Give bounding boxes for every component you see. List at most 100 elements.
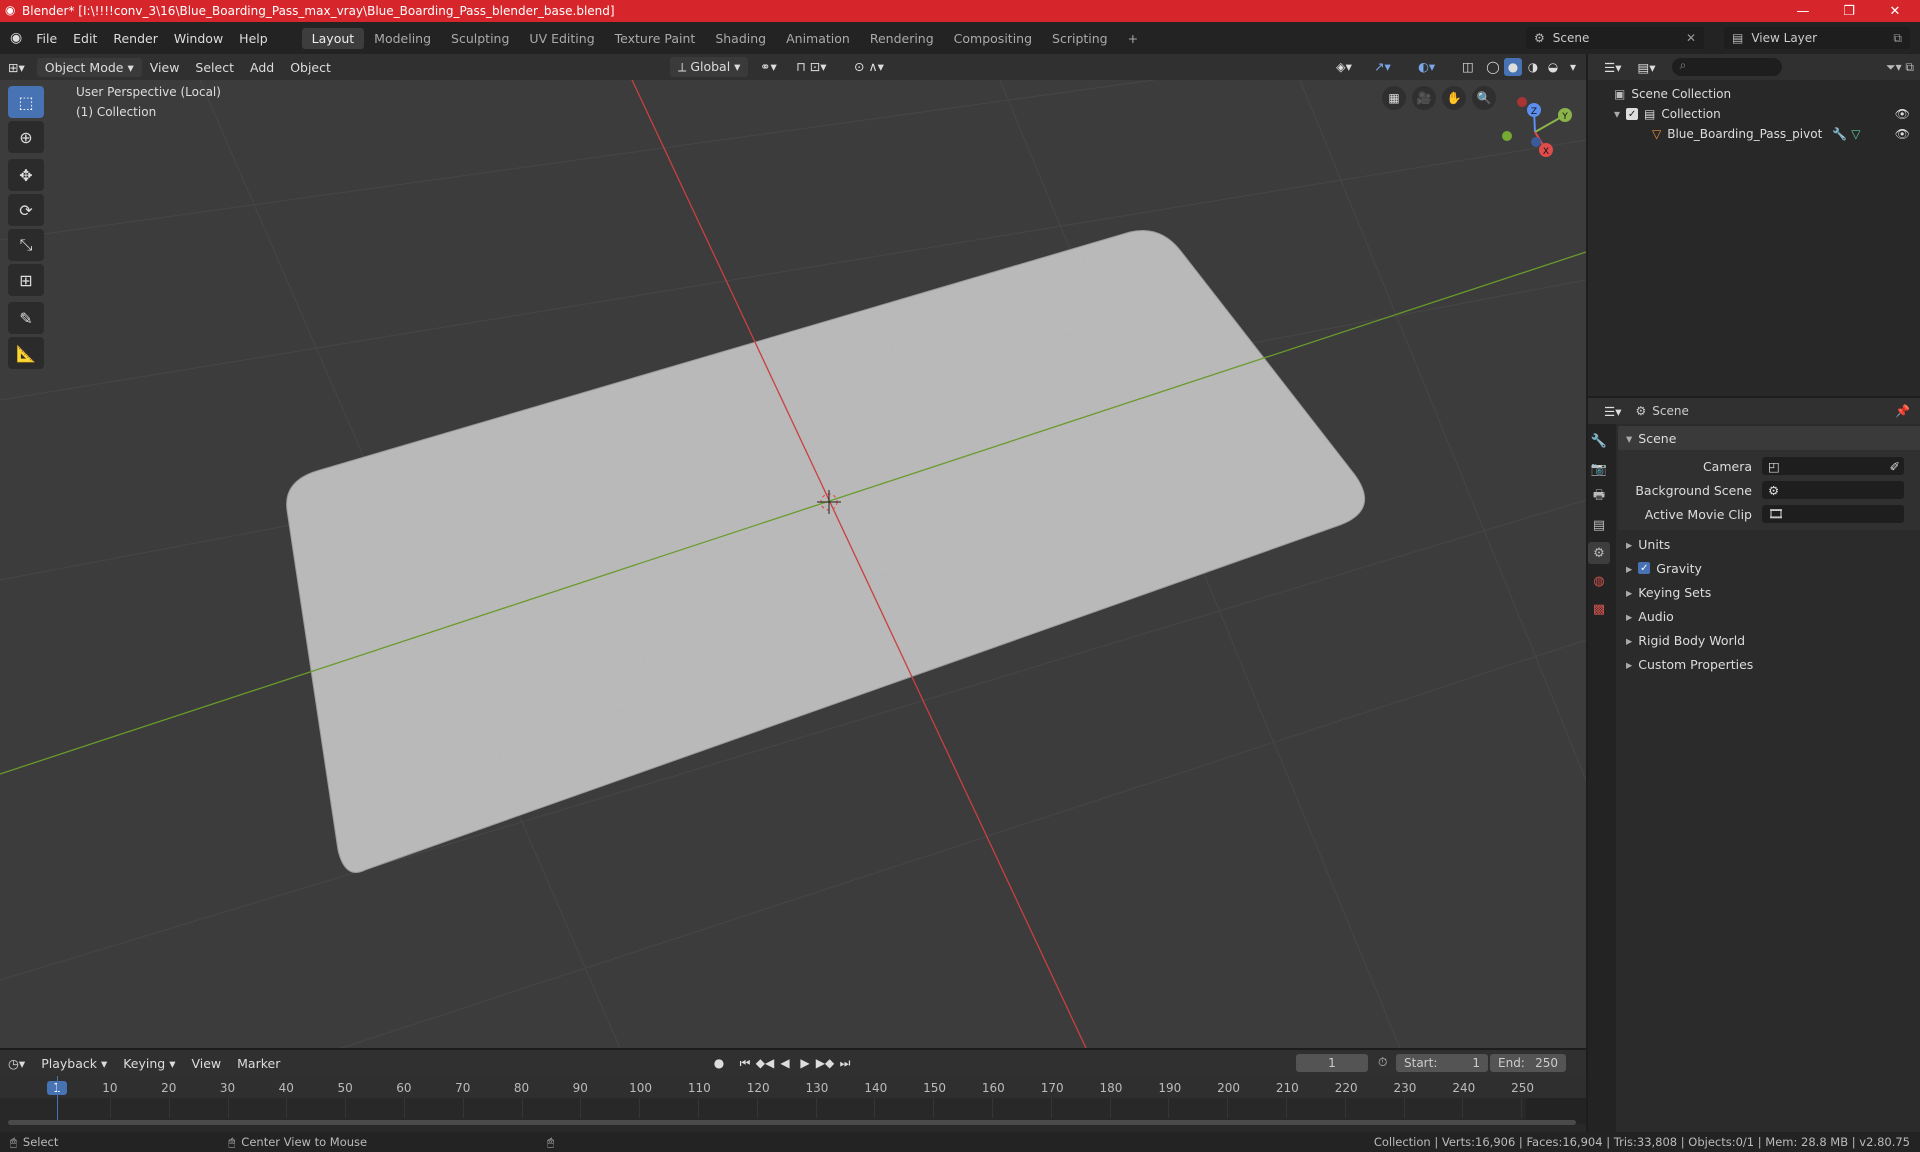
camera-field[interactable]: ◰ ✐	[1762, 457, 1904, 475]
snap-icon[interactable]: ⊓ ⊡▾	[788, 57, 834, 76]
transform-tool-icon[interactable]: ⊞	[8, 264, 44, 296]
view-layer-tab-icon[interactable]: ▤	[1588, 514, 1610, 536]
end-frame-field[interactable]: End: 250	[1490, 1054, 1566, 1072]
tab-rendering[interactable]: Rendering	[860, 28, 944, 49]
menu-select[interactable]: Select	[187, 58, 242, 77]
rendered-shading-icon[interactable]: ◒	[1544, 58, 1562, 76]
duplicate-icon[interactable]: ⧉	[1893, 31, 1902, 46]
close-icon[interactable]: ✕	[1686, 31, 1696, 45]
close-button[interactable]: ✕	[1872, 0, 1918, 22]
proportional-edit-icon[interactable]: ⊙ ∧▾	[846, 57, 892, 76]
navigation-gizmo[interactable]: Z Y X	[1490, 90, 1580, 170]
pin-icon[interactable]: 📌	[1895, 404, 1910, 418]
menu-render[interactable]: Render	[105, 31, 166, 46]
timeline-area[interactable]: 1102030405060708090100110120130140150160…	[0, 1076, 1586, 1132]
jump-keyframe-back-icon[interactable]: ◆◀	[756, 1054, 774, 1072]
menu-window[interactable]: Window	[166, 31, 231, 46]
playback-menu[interactable]: Playback ▾	[33, 1054, 115, 1073]
menu-object[interactable]: Object	[282, 58, 339, 77]
keying-sets-section[interactable]: ▸ Keying Sets	[1618, 580, 1920, 604]
modifier-wrench-icon[interactable]: 🔧	[1832, 127, 1847, 141]
solid-shading-icon[interactable]: ●	[1504, 58, 1522, 76]
outliner-search-input[interactable]: ⌕	[1671, 58, 1782, 76]
eye-icon[interactable]: 👁	[1895, 107, 1910, 121]
menu-add[interactable]: Add	[242, 58, 282, 77]
shading-options-icon[interactable]: ▾	[1564, 58, 1582, 76]
select-box-tool-icon[interactable]: ⬚	[8, 86, 44, 118]
audio-section[interactable]: ▸ Audio	[1618, 604, 1920, 628]
play-icon[interactable]: ▶	[796, 1054, 814, 1072]
menu-view[interactable]: View	[142, 58, 188, 77]
scene-selector[interactable]: ⚙ Scene ✕	[1526, 27, 1704, 49]
output-tab-icon[interactable]: 🖶	[1588, 486, 1610, 508]
jump-start-icon[interactable]: ⏮	[736, 1054, 754, 1072]
tool-tab-icon[interactable]: 🔧	[1588, 430, 1610, 452]
current-frame-field[interactable]: 1	[1296, 1054, 1368, 1072]
record-icon[interactable]: ●	[710, 1054, 728, 1072]
units-section[interactable]: ▸ Units	[1618, 532, 1920, 556]
active-movie-clip-field[interactable]: 🎞	[1762, 505, 1904, 523]
jump-end-icon[interactable]: ⏭	[836, 1054, 854, 1072]
menu-file[interactable]: File	[28, 31, 65, 46]
editor-type-icon[interactable]: ⊞▾	[0, 58, 33, 77]
keying-menu[interactable]: Keying ▾	[115, 1054, 183, 1073]
xray-icon[interactable]: ◫	[1454, 57, 1482, 76]
gizmo-toggle-icon[interactable]: ↗▾	[1366, 57, 1399, 76]
eye-icon[interactable]: 👁	[1895, 127, 1910, 141]
camera-view-icon[interactable]: 🎥	[1412, 86, 1436, 110]
outliner-row-object[interactable]: ▽ Blue_Boarding_Pass_pivot 🔧 ▽ 👁	[1588, 124, 1920, 144]
pan-hand-icon[interactable]: ✋	[1442, 86, 1466, 110]
properties-editor-type-icon[interactable]: ☰▾	[1596, 402, 1629, 421]
menu-help[interactable]: Help	[231, 31, 276, 46]
timeline-editor-type-icon[interactable]: ◷▾	[0, 1054, 33, 1073]
timeline-view-menu[interactable]: View	[183, 1054, 229, 1073]
maximize-button[interactable]: ❐	[1826, 0, 1872, 22]
mode-dropdown[interactable]: Object Mode ▾	[36, 57, 142, 77]
wireframe-shading-icon[interactable]: ◯	[1484, 58, 1502, 76]
rigid-body-world-section[interactable]: ▸ Rigid Body World	[1618, 628, 1920, 652]
start-frame-field[interactable]: Start: 1	[1396, 1054, 1488, 1072]
minimize-button[interactable]: —	[1780, 0, 1826, 22]
scene-panel-header[interactable]: ▾ Scene	[1618, 426, 1920, 450]
tab-sculpting[interactable]: Sculpting	[441, 28, 519, 49]
transform-orientation-dropdown[interactable]: ⟂ Global ▾	[670, 57, 749, 77]
filter-icon[interactable]: ⏷▾ ⧉	[1886, 60, 1914, 75]
collection-checkbox[interactable]: ✓	[1626, 108, 1639, 120]
display-mode-icon[interactable]: ▤▾	[1629, 58, 1663, 77]
rotate-tool-icon[interactable]: ⟳	[8, 194, 44, 226]
play-reverse-icon[interactable]: ◀	[776, 1054, 794, 1072]
timeline-scrollbar[interactable]	[8, 1120, 1576, 1125]
gravity-checkbox[interactable]: ✓	[1638, 562, 1651, 574]
tab-animation[interactable]: Animation	[776, 28, 860, 49]
3d-viewport[interactable]: User Perspective (Local) (1) Collection …	[0, 80, 1586, 1048]
overlay-toggle-icon[interactable]: ◐▾	[1410, 57, 1443, 76]
scene-tab-icon[interactable]: ⚙	[1588, 542, 1610, 564]
render-tab-icon[interactable]: 📷	[1588, 458, 1610, 480]
outliner-row-collection[interactable]: ▾ ✓ ▤ Collection 👁	[1588, 104, 1920, 124]
tab-uv-editing[interactable]: UV Editing	[519, 28, 604, 49]
tab-modeling[interactable]: Modeling	[364, 28, 441, 49]
tab-scripting[interactable]: Scripting	[1042, 28, 1118, 49]
measure-tool-icon[interactable]: 📐	[8, 337, 44, 369]
expand-arrow-icon[interactable]: ▾	[1614, 107, 1620, 121]
world-tab-icon[interactable]: ◍	[1588, 570, 1610, 592]
mesh-data-icon[interactable]: ▽	[1851, 127, 1860, 141]
stopwatch-icon[interactable]: ⏱	[1378, 1055, 1387, 1070]
custom-properties-section[interactable]: ▸ Custom Properties	[1618, 652, 1920, 676]
tab-compositing[interactable]: Compositing	[944, 28, 1042, 49]
playhead-line[interactable]	[57, 1076, 58, 1124]
gravity-section[interactable]: ▸ ✓ Gravity	[1618, 556, 1920, 580]
outliner-row-scene-collection[interactable]: ▣ Scene Collection	[1588, 84, 1920, 104]
outliner-editor-type-icon[interactable]: ☰▾	[1596, 58, 1629, 77]
tab-shading[interactable]: Shading	[705, 28, 776, 49]
pivot-icon[interactable]: ⚭▾	[752, 57, 785, 76]
view-layer-selector[interactable]: ▤ View Layer ⧉	[1724, 27, 1910, 49]
texture-tab-icon[interactable]: ▩	[1588, 598, 1610, 620]
cursor-tool-icon[interactable]: ⊕	[8, 121, 44, 153]
add-workspace-button[interactable]: +	[1118, 28, 1148, 49]
blender-menu-icon[interactable]: ◉	[10, 30, 22, 46]
eyedropper-icon[interactable]: ✐	[1890, 459, 1900, 474]
menu-edit[interactable]: Edit	[65, 31, 105, 46]
background-scene-field[interactable]: ⚙	[1762, 481, 1904, 499]
marker-menu[interactable]: Marker	[229, 1054, 288, 1073]
